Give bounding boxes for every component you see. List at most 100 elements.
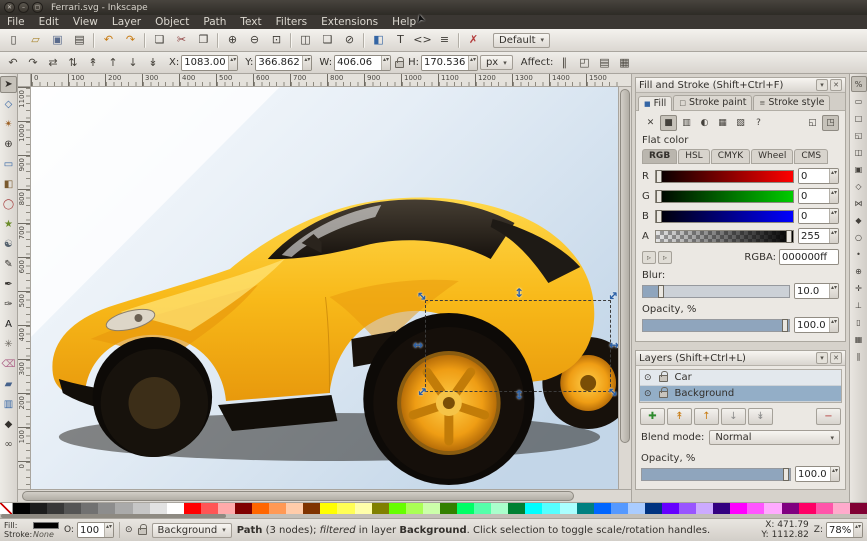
unit-dropdown[interactable]: px ▾ bbox=[480, 55, 513, 70]
minimize-window-button[interactable]: – bbox=[18, 2, 29, 13]
snapping-enable-toggle[interactable]: % bbox=[851, 76, 867, 92]
copy-button[interactable]: ❏ bbox=[149, 30, 170, 50]
palette-swatch[interactable] bbox=[662, 503, 679, 514]
separator[interactable] bbox=[458, 33, 460, 48]
snap-line-midpoints-toggle[interactable]: • bbox=[851, 246, 867, 262]
tab-stroke-style[interactable]: ≡ Stroke style bbox=[753, 95, 830, 110]
palette-swatch[interactable] bbox=[747, 503, 764, 514]
color-mode-tab[interactable]: HSL bbox=[678, 149, 710, 164]
canvas[interactable]: ↔ ↕ ↕ ↔ ↔ ↕ ↕ ↔ bbox=[31, 87, 618, 489]
snap-guides-toggle[interactable]: ∥ bbox=[851, 348, 867, 364]
rotate-cw-button[interactable]: ↷ bbox=[24, 54, 42, 72]
spinner-arrows[interactable]: ▴▾ bbox=[468, 56, 477, 70]
vertical-ruler[interactable]: 110010009008007006005004003002001000 bbox=[18, 87, 31, 489]
stroke-value[interactable]: None bbox=[33, 531, 54, 539]
lower-button[interactable]: ↓ bbox=[124, 54, 142, 72]
layer-opacity-slider[interactable] bbox=[641, 468, 791, 481]
color-swatch-button[interactable]: ▹ bbox=[658, 251, 672, 264]
connector-tool[interactable]: ∞ bbox=[0, 436, 17, 453]
zoom-out-button[interactable]: ⊖ bbox=[244, 30, 265, 50]
menu-item[interactable]: Extensions bbox=[314, 15, 385, 29]
xml-editor-button[interactable]: <> bbox=[412, 30, 433, 50]
cut-button[interactable]: ✂ bbox=[171, 30, 192, 50]
color-mode-tab[interactable]: RGB bbox=[642, 149, 677, 164]
snap-smooth-nodes-toggle[interactable]: ○ bbox=[851, 229, 867, 245]
palette-swatch[interactable] bbox=[764, 503, 781, 514]
menu-item[interactable]: Text bbox=[233, 15, 268, 29]
lower-layer-to-bottom-button[interactable]: ↡ bbox=[748, 408, 773, 425]
current-layer-dropdown[interactable]: Background ▾ bbox=[152, 523, 232, 538]
palette-swatch[interactable] bbox=[30, 503, 47, 514]
palette-swatch[interactable] bbox=[423, 503, 440, 514]
palette-scrollbar[interactable] bbox=[0, 514, 867, 518]
move-patterns-toggle[interactable]: ▦ bbox=[615, 54, 633, 72]
star-tool[interactable]: ★ bbox=[0, 216, 17, 233]
palette-swatch[interactable] bbox=[542, 503, 559, 514]
snap-nodes-toggle[interactable]: ◇ bbox=[851, 178, 867, 194]
snap-grid-toggle[interactable]: ▦ bbox=[851, 331, 867, 347]
layer-opacity-input[interactable] bbox=[796, 467, 830, 481]
zoom-page-button[interactable]: ⊡ bbox=[266, 30, 287, 50]
layer-row-car[interactable]: ⊙ Car bbox=[640, 370, 841, 386]
red-slider[interactable] bbox=[655, 170, 794, 183]
menu-item[interactable]: View bbox=[66, 15, 105, 29]
snap-bbox-corners-toggle[interactable]: ◱ bbox=[851, 127, 867, 143]
flip-horizontal-button[interactable]: ⇄ bbox=[44, 54, 62, 72]
fill-stroke-dialog-button[interactable]: ◧ bbox=[368, 30, 389, 50]
palette-swatch[interactable] bbox=[218, 503, 235, 514]
iconify-panel-button[interactable]: ▾ bbox=[816, 352, 828, 364]
snap-text-baseline-toggle[interactable]: ⊥ bbox=[851, 297, 867, 313]
palette-swatch[interactable] bbox=[782, 503, 799, 514]
palette-swatch[interactable] bbox=[13, 503, 30, 514]
snap-path-intersections-toggle[interactable]: ⋈ bbox=[851, 195, 867, 211]
menu-item[interactable]: Path bbox=[196, 15, 233, 29]
palette-swatch[interactable] bbox=[406, 503, 423, 514]
visibility-eye-icon[interactable]: ⊙ bbox=[644, 389, 652, 399]
spinner-arrows[interactable]: ▴▾ bbox=[228, 56, 237, 70]
palette-swatch[interactable] bbox=[457, 503, 474, 514]
color-mode-tab[interactable]: CMYK bbox=[711, 149, 750, 164]
palette-swatch[interactable] bbox=[150, 503, 167, 514]
separator[interactable] bbox=[217, 33, 219, 48]
menu-item[interactable]: File bbox=[0, 15, 32, 29]
maximize-window-button[interactable]: ▢ bbox=[32, 2, 43, 13]
palette-swatch[interactable] bbox=[696, 503, 713, 514]
fill-stroke-indicator[interactable]: Fill: Stroke:None bbox=[4, 522, 59, 539]
selection-bbox[interactable] bbox=[425, 300, 611, 392]
zoom-tool[interactable]: ⊕ bbox=[0, 136, 17, 153]
paint-radial-gradient-button[interactable]: ◐ bbox=[696, 115, 713, 131]
menu-item[interactable]: Object bbox=[148, 15, 196, 29]
palette-swatch[interactable] bbox=[833, 503, 850, 514]
palette-no-color-swatch[interactable] bbox=[0, 503, 13, 514]
undo-button[interactable]: ↶ bbox=[98, 30, 119, 50]
layer-name[interactable]: Car bbox=[675, 372, 837, 383]
zoom-input[interactable] bbox=[827, 523, 853, 537]
palette-swatch[interactable] bbox=[372, 503, 389, 514]
opacity-input[interactable] bbox=[795, 318, 829, 332]
palette-swatch[interactable] bbox=[115, 503, 132, 514]
layer-lock-toggle[interactable] bbox=[138, 528, 147, 535]
lower-to-bottom-button[interactable]: ↡ bbox=[144, 54, 162, 72]
spinner-arrows[interactable]: ▴▾ bbox=[381, 56, 390, 70]
delete-button[interactable]: ✗ bbox=[463, 30, 484, 50]
tab-stroke-paint[interactable]: □ Stroke paint bbox=[673, 95, 752, 110]
scale-handle-n[interactable]: ↕ bbox=[514, 288, 524, 298]
palette-swatch[interactable] bbox=[64, 503, 81, 514]
duplicate-button[interactable]: ◫ bbox=[295, 30, 316, 50]
blend-mode-dropdown[interactable]: Normal ▾ bbox=[709, 430, 840, 445]
text-tool[interactable]: A bbox=[0, 316, 17, 333]
lock-icon[interactable] bbox=[659, 375, 668, 382]
blue-input[interactable] bbox=[799, 209, 829, 223]
paint-swatch-button[interactable]: ▧ bbox=[732, 115, 749, 131]
palette-swatch[interactable] bbox=[491, 503, 508, 514]
move-gradients-toggle[interactable]: ▤ bbox=[595, 54, 613, 72]
separator[interactable] bbox=[290, 33, 292, 48]
new-document-button[interactable]: ▯ bbox=[3, 30, 24, 50]
palette-swatch[interactable] bbox=[713, 503, 730, 514]
scale-stroke-toggle[interactable]: ∥ bbox=[555, 54, 573, 72]
palette-swatch[interactable] bbox=[286, 503, 303, 514]
palette-swatch[interactable] bbox=[474, 503, 491, 514]
paste-button[interactable]: ❐ bbox=[193, 30, 214, 50]
snap-bbox-centers-toggle[interactable]: ▣ bbox=[851, 161, 867, 177]
close-panel-button[interactable]: ✕ bbox=[830, 79, 842, 91]
